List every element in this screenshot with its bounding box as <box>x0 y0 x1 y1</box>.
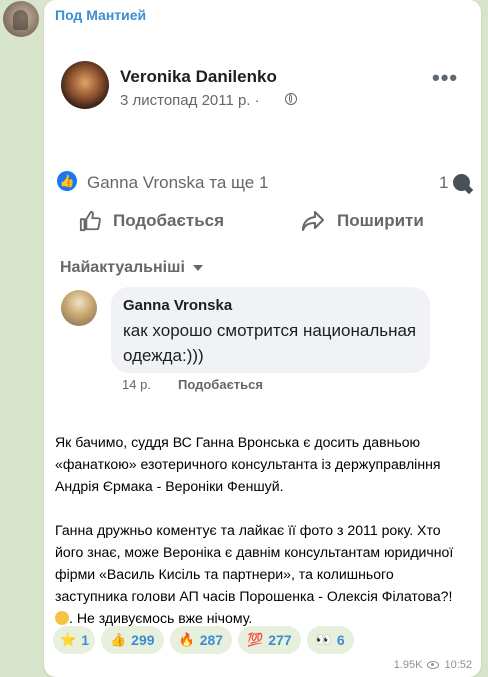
channel-name[interactable]: Под Мантией <box>55 7 146 23</box>
post-date: 3 листопад 2011 р. · <box>120 92 260 109</box>
reaction-pill-hundred[interactable]: 💯 277 <box>238 626 301 654</box>
comment-sort: Найактуальніші <box>60 259 203 277</box>
message-paragraph-2-end: . Не здивуємось вже нічому. <box>69 610 253 626</box>
reaction-count: 6 <box>336 632 345 648</box>
caret-down-icon <box>192 264 203 271</box>
reactions-bar: ⭐ 1 👍 299 🔥 287 💯 277 👀 6 <box>53 626 354 654</box>
reaction-count: 1 <box>81 632 89 648</box>
reaction-pill-eyes[interactable]: 👀 6 <box>306 626 354 654</box>
fire-icon: 🔥 <box>178 632 195 647</box>
like-action-label: Подобається <box>113 211 225 230</box>
reaction-count: 299 <box>131 632 155 648</box>
grinning-sweat-emoji-icon <box>55 611 69 625</box>
sort-label: Найактуальніші <box>60 259 185 276</box>
post-author-name: Veronika Danilenko <box>120 67 277 86</box>
reaction-pill-thumbs-up[interactable]: 👍 299 <box>100 626 164 654</box>
comment-icon <box>453 174 470 191</box>
comment-count: 1 <box>439 173 449 192</box>
commenter-avatar <box>61 290 97 326</box>
globe-icon <box>285 93 297 105</box>
thumbs-up-emoji-icon: 👍 <box>109 632 127 647</box>
share-arrow-icon <box>302 211 324 231</box>
share-action: Поширити <box>301 210 424 232</box>
comment-text: как хорошо смотрится национальная одежда… <box>123 321 417 365</box>
post-author-avatar <box>61 61 109 109</box>
thumbs-up-icon <box>79 210 101 232</box>
like-reaction-icon: 👍 <box>57 171 77 191</box>
reactions-summary: Ganna Vronska та ще 1 <box>87 173 269 192</box>
comment-bubble: Ganna Vronska как хорошо смотрится нацио… <box>111 287 430 373</box>
star-icon: ⭐ <box>60 632 77 647</box>
more-horizontal-icon: ••• <box>432 65 459 90</box>
share-action-label: Поширити <box>337 211 424 230</box>
reaction-pill-fire[interactable]: 🔥 287 <box>169 626 233 654</box>
eye-icon <box>427 661 440 669</box>
reaction-pill-star[interactable]: ⭐ 1 <box>53 626 95 654</box>
comment-time: 14 р. <box>122 377 151 392</box>
like-action: Подобається <box>79 210 224 232</box>
message-paragraph-2-text: Ганна дружньо коментує та лайкає її фото… <box>55 522 454 604</box>
hundred-icon: 💯 <box>247 632 264 647</box>
channel-avatar[interactable] <box>3 1 39 37</box>
eyes-icon: 👀 <box>315 632 332 647</box>
reaction-count: 287 <box>199 632 224 648</box>
message-paragraph-2: Ганна дружньо коментує та лайкає її фото… <box>55 519 469 629</box>
message-meta: 1.95K 10:52 <box>394 659 472 671</box>
message-paragraph-1: Як бачимо, суддя ВС Ганна Вронська є дос… <box>55 434 441 494</box>
message-time: 10:52 <box>444 659 472 671</box>
message-text: Як бачимо, суддя ВС Ганна Вронська є дос… <box>55 431 469 651</box>
comment-like: Подобається <box>178 377 263 392</box>
facebook-post-screenshot: Veronika Danilenko 3 листопад 2011 р. · … <box>55 40 473 420</box>
view-count: 1.95K <box>393 659 423 671</box>
reaction-count: 277 <box>268 632 292 648</box>
commenter-name: Ganna Vronska <box>123 297 233 314</box>
message-bubble: Под Мантией Veronika Danilenko 3 листопа… <box>44 0 481 677</box>
